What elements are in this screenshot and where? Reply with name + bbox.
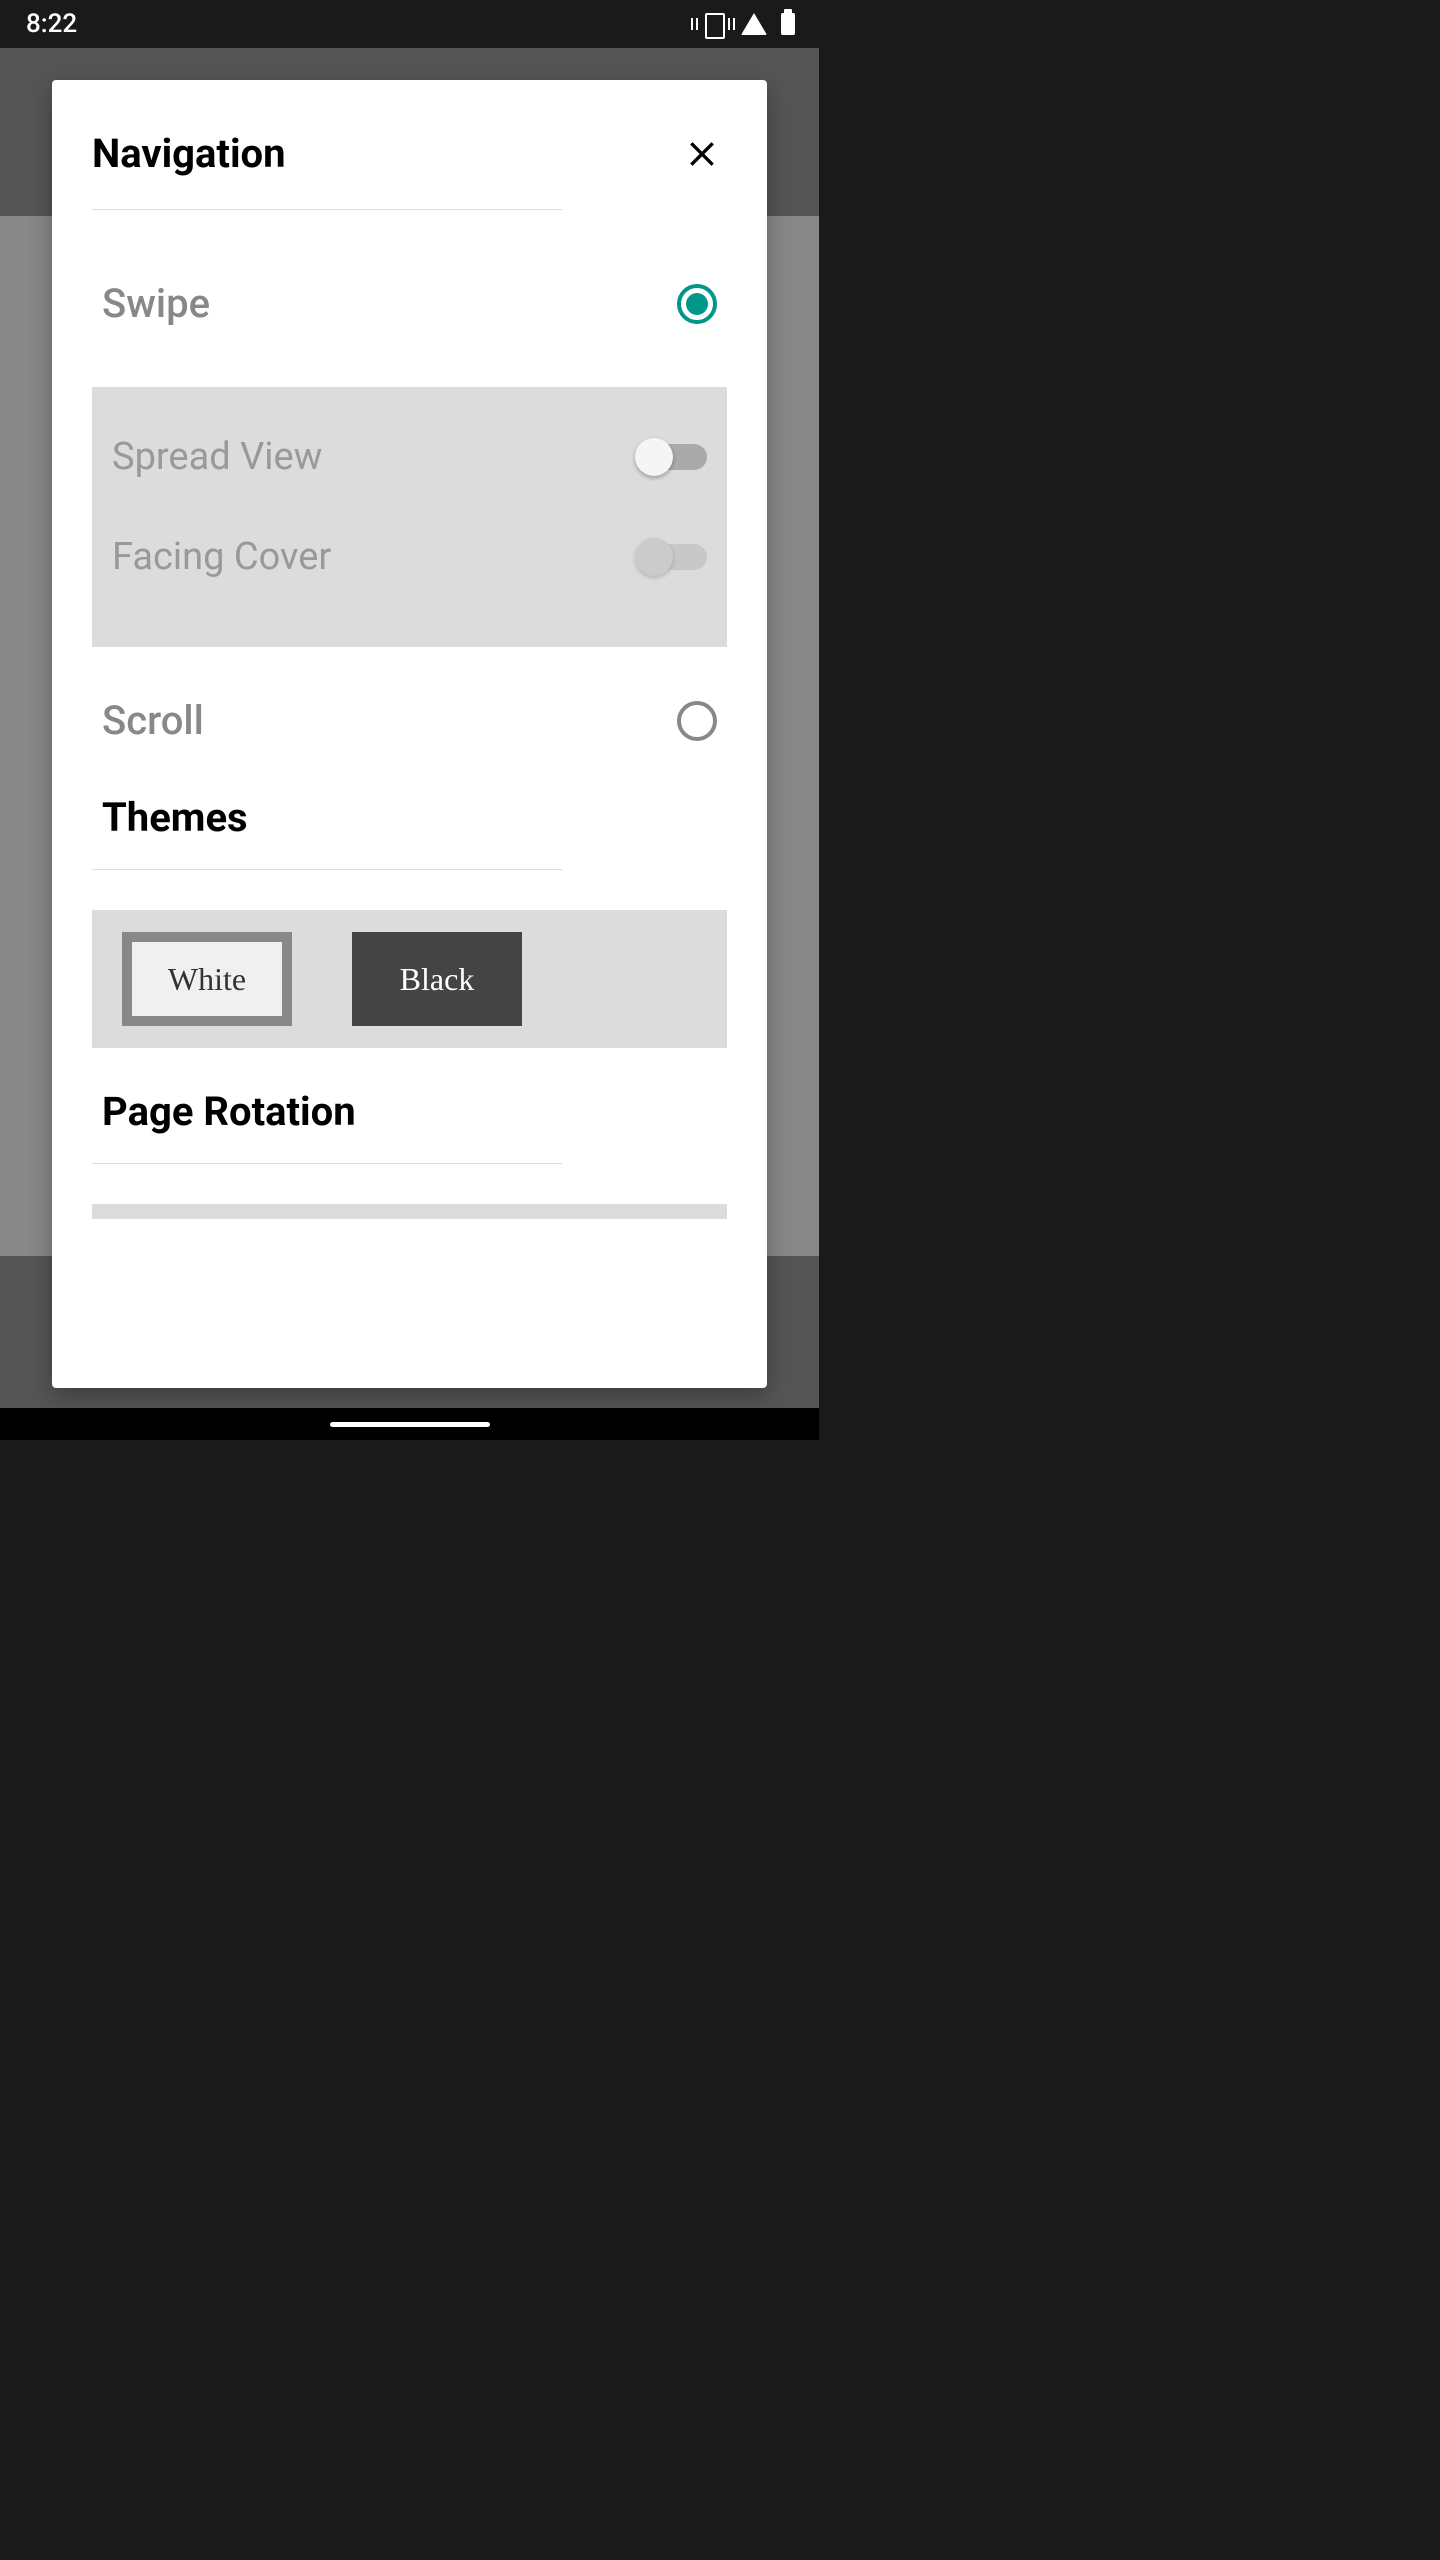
swipe-radio[interactable] bbox=[677, 284, 717, 324]
status-icons bbox=[699, 13, 795, 35]
divider bbox=[92, 209, 562, 210]
theme-white-option[interactable]: White bbox=[122, 932, 292, 1026]
divider bbox=[92, 869, 562, 870]
close-button[interactable] bbox=[682, 134, 722, 174]
toggle-knob bbox=[635, 538, 673, 576]
rotation-panel bbox=[92, 1204, 727, 1219]
themes-title: Themes bbox=[92, 794, 727, 841]
status-time: 8:22 bbox=[26, 9, 77, 39]
spread-view-toggle[interactable] bbox=[639, 444, 707, 470]
status-bar: 8:22 bbox=[0, 0, 819, 48]
scroll-label: Scroll bbox=[102, 697, 204, 744]
dialog-title: Navigation bbox=[92, 130, 286, 177]
theme-black-option[interactable]: Black bbox=[352, 932, 522, 1026]
dialog-header: Navigation bbox=[92, 130, 727, 177]
toggle-knob bbox=[635, 438, 673, 476]
theme-panel: White Black bbox=[92, 910, 727, 1048]
nav-handle[interactable] bbox=[330, 1422, 490, 1427]
divider bbox=[92, 1163, 562, 1164]
swipe-sub-panel: Spread View Facing Cover bbox=[92, 387, 727, 647]
nav-bar bbox=[0, 1408, 819, 1440]
navigation-scroll-row[interactable]: Scroll bbox=[92, 667, 727, 774]
navigation-swipe-row[interactable]: Swipe bbox=[92, 250, 727, 357]
wifi-icon bbox=[741, 13, 767, 35]
spread-view-row[interactable]: Spread View bbox=[112, 407, 707, 507]
facing-cover-row: Facing Cover bbox=[112, 507, 707, 607]
spread-view-label: Spread View bbox=[112, 435, 322, 479]
page-rotation-title: Page Rotation bbox=[92, 1088, 727, 1135]
swipe-label: Swipe bbox=[102, 280, 210, 327]
scroll-radio[interactable] bbox=[677, 701, 717, 741]
battery-icon bbox=[781, 13, 795, 35]
settings-dialog: Navigation Swipe Spread View Facing Cove… bbox=[52, 80, 767, 1388]
close-icon bbox=[686, 138, 718, 170]
facing-cover-toggle bbox=[639, 544, 707, 570]
vibrate-icon bbox=[699, 13, 727, 35]
facing-cover-label: Facing Cover bbox=[112, 535, 331, 579]
